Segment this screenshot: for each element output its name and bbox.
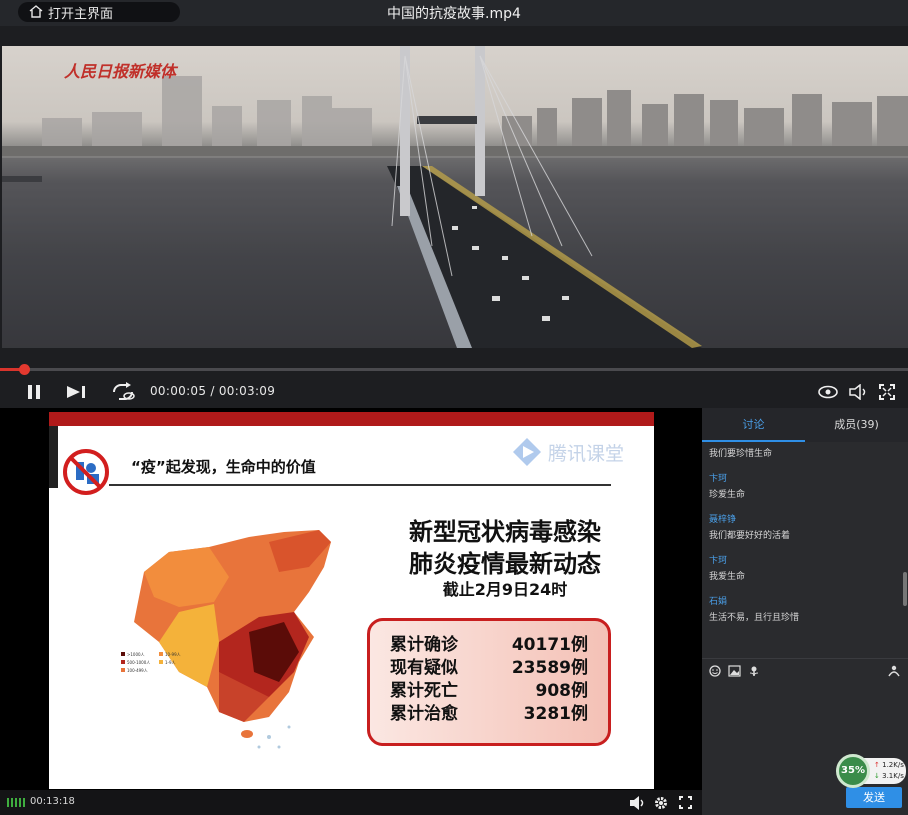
lesson-fullscreen-button[interactable] <box>676 794 694 811</box>
lesson-screen: “疫”起发现，生命中的价值 腾讯课堂 新型冠状病毒感染 肺炎疫情最新动态 截止2… <box>0 408 702 815</box>
video-frame[interactable]: 人民日报新媒体 <box>2 46 908 348</box>
hand-raise-icon[interactable] <box>888 665 900 677</box>
svg-text:1-9人: 1-9人 <box>165 660 176 665</box>
video-player: 打开主界面 中国的抗疫故事.mp4 人民日报新媒体 00:00:05 / 00:… <box>0 0 908 408</box>
lesson-volume-button[interactable] <box>628 794 646 811</box>
progress-handle[interactable] <box>19 364 30 375</box>
slide-date: 截止2月9日24时 <box>442 580 568 599</box>
presentation-slide: “疫”起发现，生命中的价值 腾讯课堂 新型冠状病毒感染 肺炎疫情最新动态 截止2… <box>49 412 654 789</box>
message-sender[interactable]: 聂梓铮 <box>709 512 902 525</box>
slide-title-line2: 肺炎疫情最新动态 <box>409 550 601 578</box>
lesson-elapsed-time: 00:13:18 <box>30 796 75 807</box>
play-logo-icon <box>513 438 541 466</box>
stat-row: 现有疑似 23589例 <box>390 653 608 678</box>
stat-value: 40171例 <box>511 635 588 655</box>
chat-message: 我们要珍惜生命 <box>702 446 902 459</box>
download-speed: 3.1K/s <box>882 772 904 780</box>
fullscreen-icon <box>879 384 895 400</box>
emoji-icon[interactable] <box>709 665 721 677</box>
pause-button[interactable] <box>22 382 46 402</box>
chat-message: 卞珂 我爱生命 <box>702 553 902 582</box>
message-sender[interactable]: 石娟 <box>709 594 902 607</box>
fullscreen-icon <box>678 796 692 809</box>
flower-icon[interactable] <box>748 665 760 677</box>
china-map-image: >1000人 500-1000人 100-499人 10-99人 1-9人 <box>121 530 331 749</box>
stat-row: 累计治愈 3281例 <box>390 699 608 724</box>
message-sender[interactable]: 卞珂 <box>709 471 902 484</box>
speaker-icon <box>849 384 866 400</box>
stat-value: 3281例 <box>523 704 588 724</box>
video-progress-bar[interactable] <box>0 364 908 375</box>
send-button[interactable]: 发送 <box>846 787 902 808</box>
chat-message: 聂梓铮 我们都要好好的活着 <box>702 512 902 541</box>
network-speed-widget: ↑ 1.2K/s ↓ 3.1K/s 35% <box>836 754 906 788</box>
stat-label: 累计治愈 <box>390 704 458 724</box>
loop-icon <box>113 382 135 400</box>
gear-icon <box>655 796 667 809</box>
lesson-settings-button[interactable] <box>652 794 670 811</box>
chat-tabs: 讨论 成员(39) <box>702 408 908 442</box>
message-text: 珍爱生命 <box>709 490 746 500</box>
no-virus-badge-icon <box>63 449 109 495</box>
stat-label: 累计死亡 <box>390 681 458 701</box>
message-text: 生活不易，且行且珍惜 <box>709 613 800 623</box>
signal-icon <box>7 798 25 807</box>
slide-divider <box>109 484 611 486</box>
player-title-bar: 打开主界面 中国的抗疫故事.mp4 <box>0 0 908 26</box>
slide-title-line1: 新型冠状病毒感染 <box>409 518 601 546</box>
upload-arrow-icon: ↑ <box>874 761 880 769</box>
video-file-title: 中国的抗疫故事.mp4 <box>387 6 521 22</box>
svg-text:>1000人: >1000人 <box>127 652 145 657</box>
pause-icon <box>28 385 40 399</box>
stat-row: 累计死亡 908例 <box>390 676 608 701</box>
video-watermark: 人民日报新媒体 <box>64 62 177 81</box>
epidemic-stats-box: 累计确诊 40171例 现有疑似 23589例 累计死亡 908例 累计治愈 3281例 <box>367 618 611 746</box>
upload-speed: 1.2K/s <box>882 761 904 769</box>
chat-scrollbar[interactable] <box>903 572 907 606</box>
svg-text:500-1000人: 500-1000人 <box>127 660 150 665</box>
eye-icon <box>818 385 838 399</box>
memory-usage-badge[interactable]: 35% <box>836 754 870 788</box>
image-icon[interactable] <box>728 665 741 677</box>
skip-next-icon <box>67 386 85 398</box>
svg-text:10-99人: 10-99人 <box>165 652 181 657</box>
slide-heading: “疫”起发现，生命中的价值 <box>131 458 316 476</box>
lesson-control-bar: 00:13:18 <box>0 790 702 815</box>
tab-discussion[interactable]: 讨论 <box>702 408 805 442</box>
stat-label: 累计确诊 <box>390 635 458 655</box>
stat-label: 现有疑似 <box>390 658 458 678</box>
tencent-classroom-text: 腾讯课堂 <box>548 442 625 465</box>
stat-row: 累计确诊 40171例 <box>390 630 608 655</box>
message-sender[interactable]: 卞珂 <box>709 553 902 566</box>
bridge-scene-image <box>2 46 908 348</box>
message-text: 我们都要好好的活着 <box>709 531 791 541</box>
stat-value: 908例 <box>535 681 589 701</box>
fullscreen-button[interactable] <box>876 382 898 402</box>
chat-divider <box>702 658 908 659</box>
playback-time: 00:00:05 / 00:03:09 <box>150 384 276 398</box>
view-mode-button[interactable] <box>816 382 840 402</box>
chat-toolbar <box>709 665 760 677</box>
slide-side-bar <box>49 426 58 488</box>
next-button[interactable] <box>64 382 90 402</box>
stat-value: 23589例 <box>511 658 588 678</box>
message-text: 我们要珍惜生命 <box>709 449 773 459</box>
slide-header-bar <box>49 412 654 426</box>
loop-button[interactable] <box>108 380 138 404</box>
svg-text:100-499人: 100-499人 <box>127 668 148 673</box>
volume-button[interactable] <box>846 382 870 402</box>
tab-members[interactable]: 成员(39) <box>805 408 908 442</box>
tencent-classroom-logo: 腾讯课堂 <box>512 437 624 467</box>
speaker-icon <box>630 795 644 810</box>
chat-message: 卞珂 珍爱生命 <box>702 471 902 500</box>
download-arrow-icon: ↓ <box>874 772 880 780</box>
chat-message: 石娟 生活不易，且行且珍惜 <box>702 594 902 623</box>
chat-message-list: 我们要珍惜生命 卞珂 珍爱生命 聂梓铮 我们都要好好的活着 卞珂 我爱生命 石娟… <box>702 446 902 658</box>
message-text: 我爱生命 <box>709 572 746 582</box>
